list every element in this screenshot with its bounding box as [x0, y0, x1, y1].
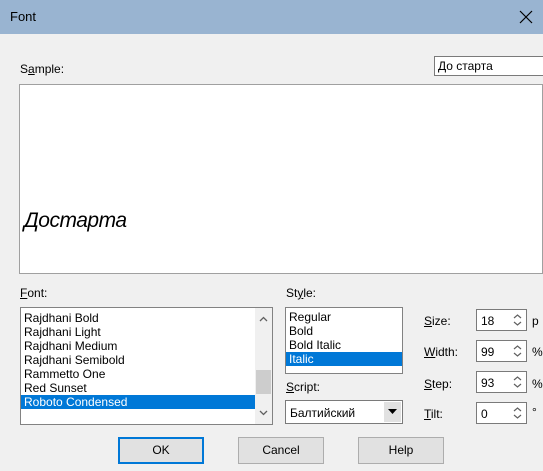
width-unit: %: [532, 345, 543, 359]
close-button[interactable]: [509, 0, 543, 34]
font-list-item[interactable]: Rajdhani Light: [21, 325, 272, 339]
sample-label: Sample:: [20, 62, 65, 76]
ok-button[interactable]: OK: [118, 437, 204, 464]
spin-arrows-icon: [513, 345, 522, 357]
spin-arrows-icon: [513, 376, 522, 388]
script-select[interactable]: Балтийский: [285, 400, 403, 424]
size-unit: p: [532, 314, 539, 328]
style-list[interactable]: Regular Bold Bold Italic Italic: [285, 307, 403, 374]
dropdown-arrow-icon: [388, 409, 397, 414]
step-spinner[interactable]: 93: [476, 371, 527, 393]
style-list-item[interactable]: Italic: [286, 352, 402, 366]
script-dropdown-button[interactable]: [384, 402, 401, 422]
style-label: Style:: [286, 286, 317, 300]
title-bar: Font: [0, 0, 543, 34]
font-list-item[interactable]: Roboto Condensed: [21, 395, 255, 409]
font-list-item[interactable]: Red Sunset: [21, 381, 272, 395]
chevron-up-icon[interactable]: [258, 314, 269, 325]
step-unit: %: [532, 377, 543, 391]
style-list-item[interactable]: Bold Italic: [286, 338, 402, 352]
font-list-item[interactable]: Rajdhani Semibold: [21, 353, 272, 367]
step-label: Step:: [424, 377, 453, 391]
spin-arrows-icon: [513, 407, 522, 419]
style-list-item[interactable]: Regular: [286, 310, 402, 324]
width-spinner[interactable]: 99: [476, 340, 527, 362]
step-spin-buttons[interactable]: [510, 373, 525, 391]
close-icon: [519, 10, 533, 24]
font-list-item[interactable]: Rammetto One: [21, 367, 272, 381]
tilt-spin-buttons[interactable]: [510, 404, 525, 422]
style-list-item[interactable]: Bold: [286, 324, 402, 338]
cancel-button[interactable]: Cancel: [238, 437, 324, 464]
script-select-value: Балтийский: [290, 406, 356, 420]
width-value: 99: [481, 345, 495, 359]
font-list-item[interactable]: Rajdhani Medium: [21, 339, 272, 353]
sample-preview: Достарта: [19, 84, 543, 274]
tilt-spinner[interactable]: 0: [476, 402, 527, 424]
size-value: 18: [481, 314, 495, 328]
font-list-scroll-thumb[interactable]: [256, 370, 271, 394]
font-list-item[interactable]: Rajdhani Bold: [21, 311, 272, 325]
chevron-down-icon[interactable]: [258, 407, 269, 418]
size-label: Size:: [424, 314, 451, 328]
font-label: Font:: [20, 286, 48, 300]
size-spinner[interactable]: 18: [476, 309, 527, 331]
width-spin-buttons[interactable]: [510, 342, 525, 360]
script-label: Script:: [286, 380, 321, 394]
help-button[interactable]: Help: [358, 437, 444, 464]
font-list-scrollbar[interactable]: [255, 308, 272, 424]
tilt-label: Tilt:: [424, 407, 443, 421]
step-value: 93: [481, 376, 495, 390]
tilt-value: 0: [481, 407, 488, 421]
window-title: Font: [10, 9, 37, 24]
sample-preview-text: Достарта: [24, 209, 127, 232]
size-spin-buttons[interactable]: [510, 311, 525, 329]
font-list[interactable]: Rajdhani Bold Rajdhani Light Rajdhani Me…: [20, 307, 273, 425]
sample-text-input[interactable]: До старта: [434, 56, 543, 76]
width-label: Width:: [424, 345, 459, 359]
tilt-unit: °: [532, 405, 537, 419]
spin-arrows-icon: [513, 314, 522, 326]
